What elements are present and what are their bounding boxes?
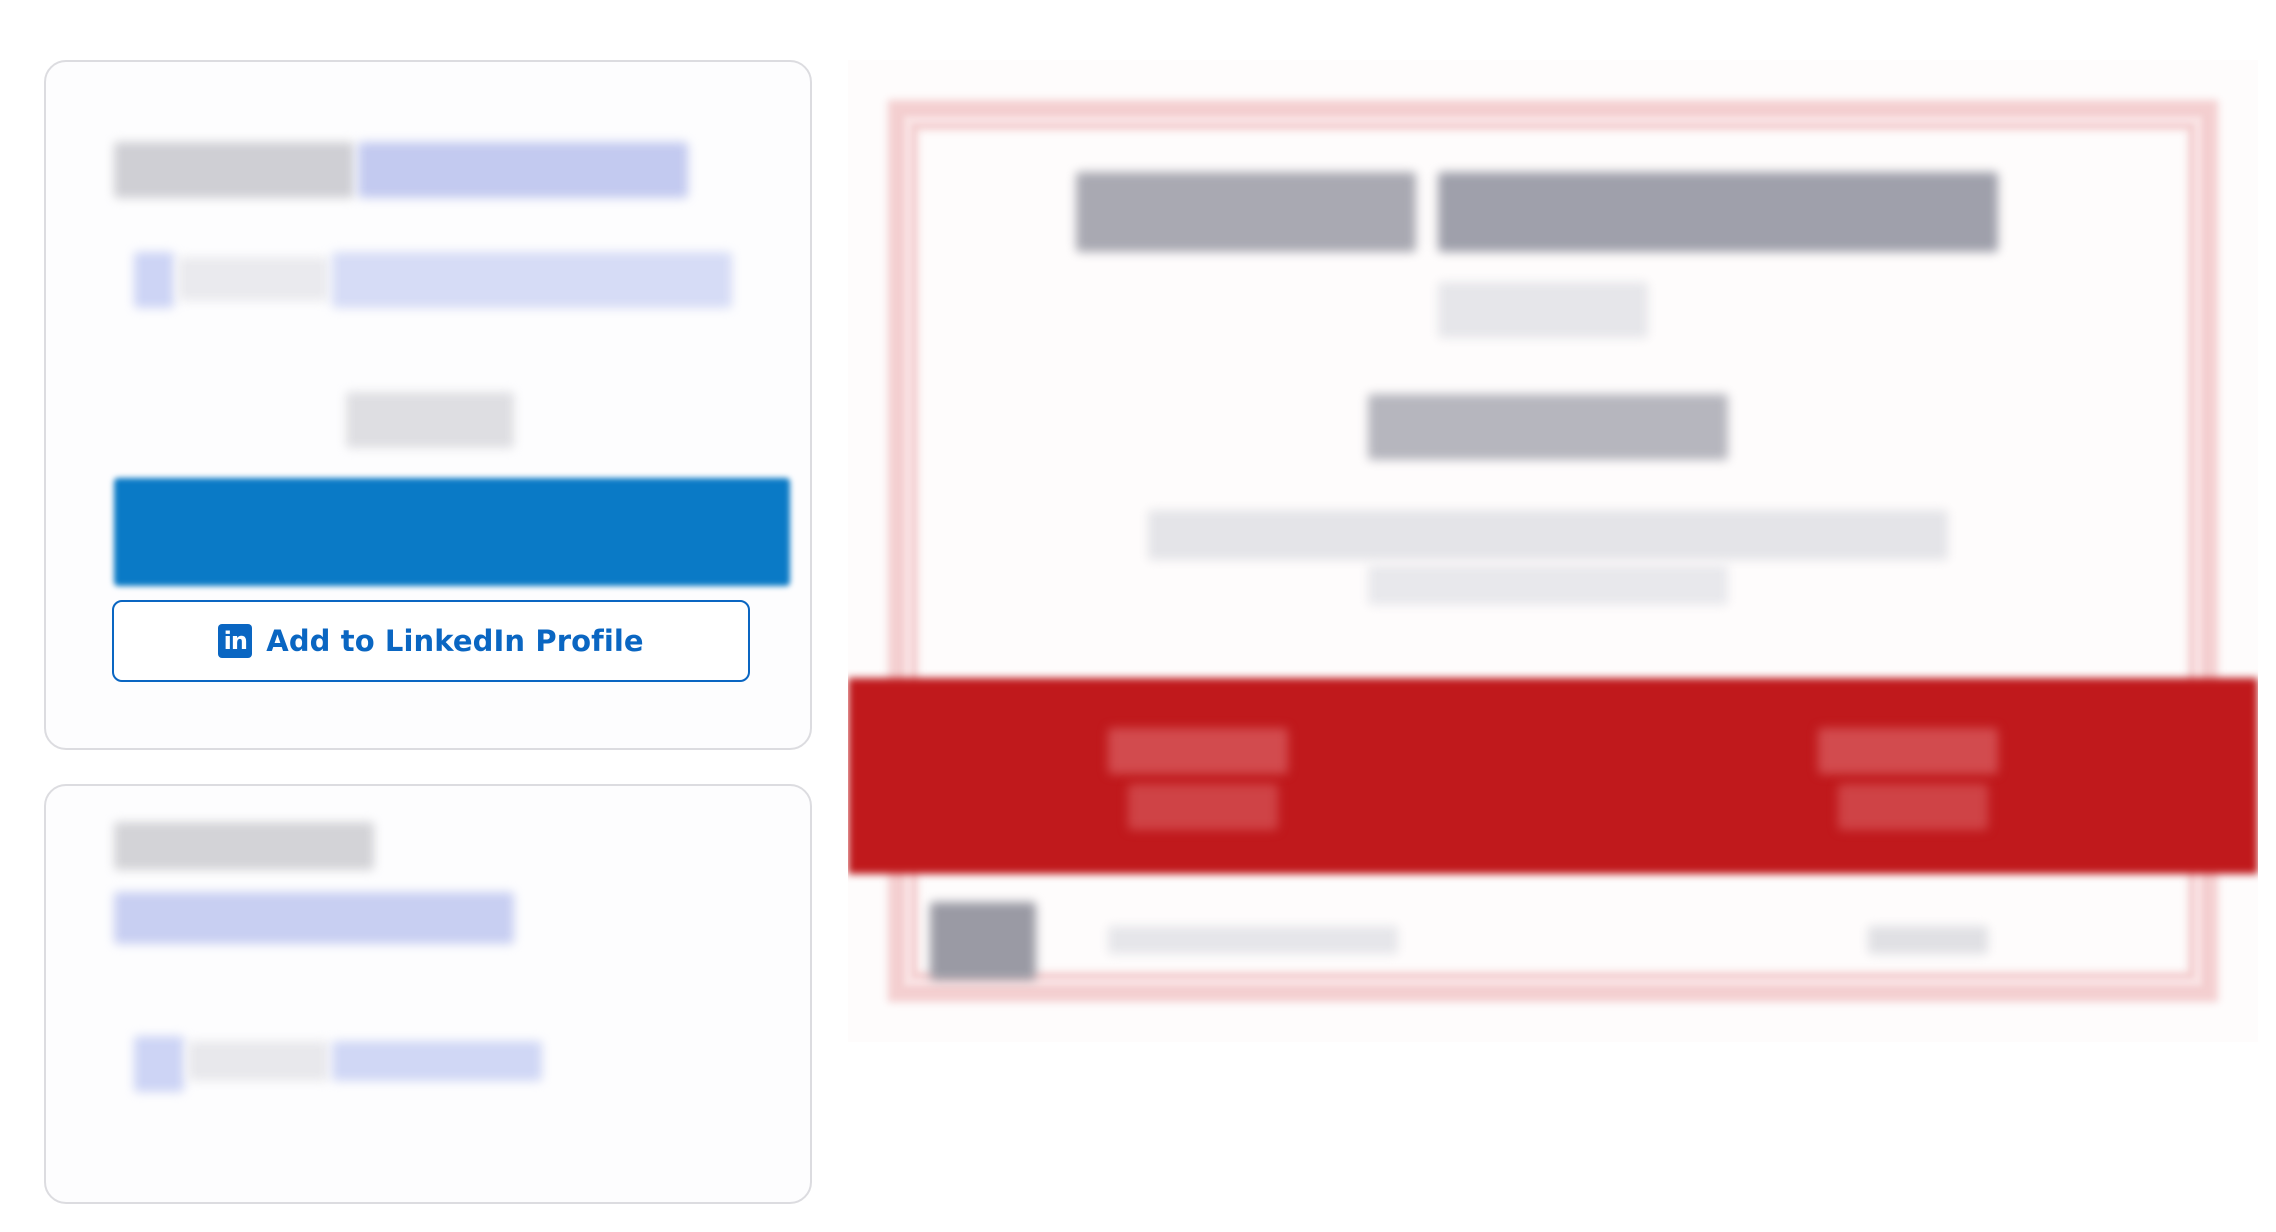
redacted-course-title: [1368, 394, 1728, 460]
add-to-linkedin-button[interactable]: in Add to LinkedIn Profile: [112, 600, 750, 682]
certificate-info-card: in Add to LinkedIn Profile: [44, 60, 812, 750]
redacted-signature-left: [1108, 728, 1288, 774]
redacted-signature-right-caption: [1838, 784, 1988, 830]
redacted-link-text: [178, 257, 328, 301]
redacted-logo: [930, 902, 1036, 980]
redacted-certificate-subtitle: [1438, 282, 1648, 338]
redacted-link-icon: [134, 252, 174, 308]
redacted-signature-right: [1818, 728, 1998, 774]
linkedin-icon: in: [218, 624, 253, 658]
redacted-certificate-description-line2: [1368, 565, 1728, 605]
redacted-certificate-description: [1148, 510, 1948, 560]
redacted-footer-text: [1108, 926, 1398, 954]
redacted-separator-text: [346, 392, 514, 448]
redacted-link-icon: [134, 1036, 184, 1092]
redacted-signature-left-caption: [1128, 784, 1278, 830]
redacted-primary-button[interactable]: [114, 478, 790, 586]
redacted-link[interactable]: [332, 252, 732, 308]
redacted-title-link[interactable]: [358, 142, 688, 198]
add-to-linkedin-label: Add to LinkedIn Profile: [266, 624, 644, 658]
redacted-footer-date: [1868, 926, 1988, 954]
redacted-title-text: [114, 142, 354, 198]
redacted-heading: [114, 822, 374, 870]
redacted-recipient-last-name: [1438, 172, 1998, 252]
redacted-recipient-first-name: [1076, 172, 1416, 252]
redacted-link[interactable]: [332, 1041, 542, 1081]
redacted-link-text: [188, 1041, 328, 1081]
redacted-course-link[interactable]: [114, 892, 514, 944]
certificate-signature-band: [848, 678, 2258, 874]
course-info-card: [44, 784, 812, 1204]
certificate-preview: [848, 60, 2258, 1042]
